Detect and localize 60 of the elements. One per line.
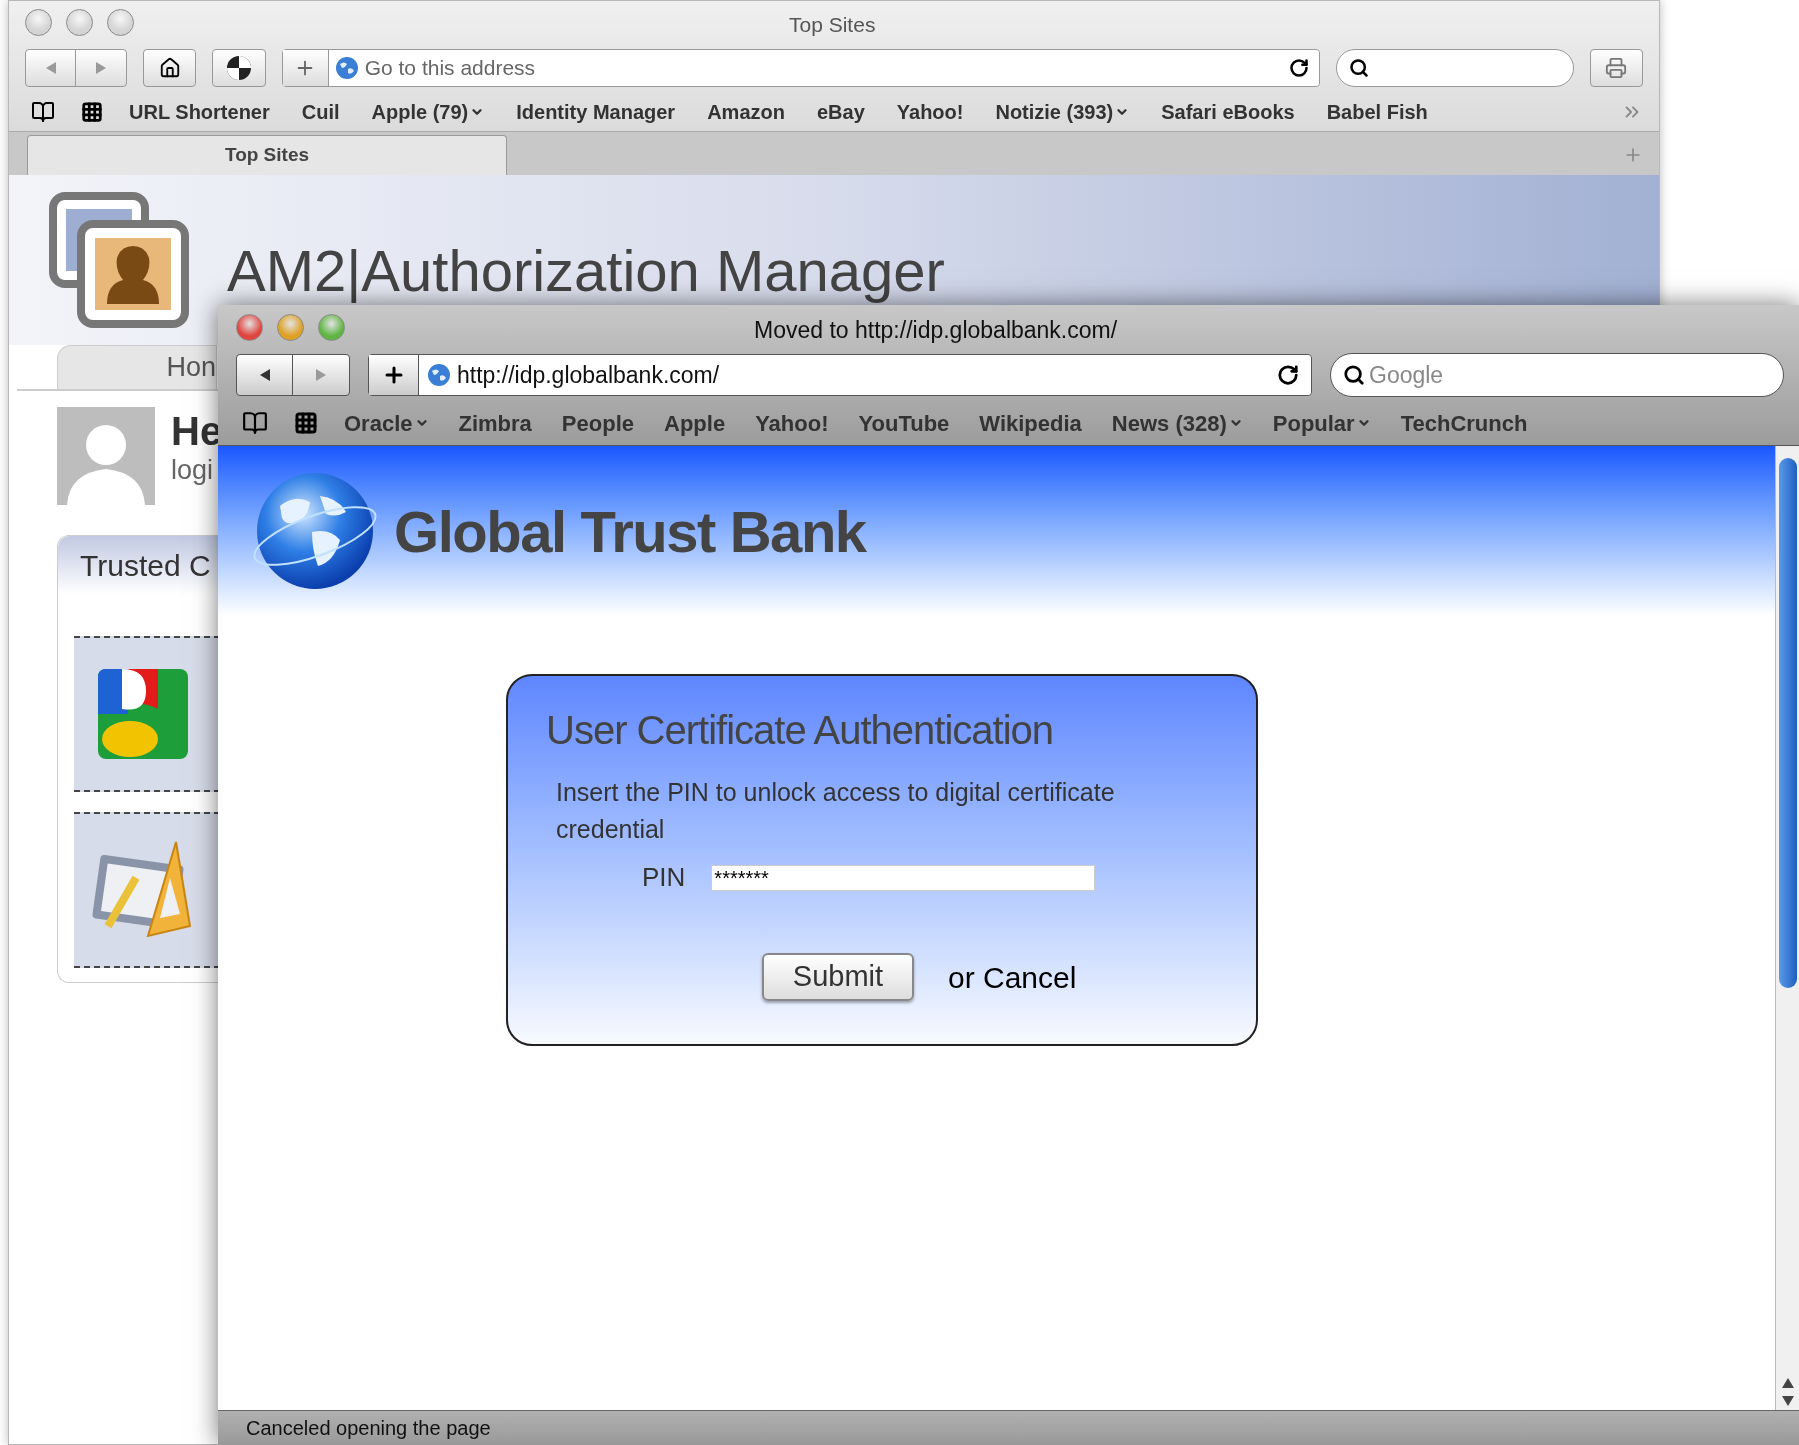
compass-icon: [226, 55, 252, 81]
pin-label: PIN: [642, 861, 686, 894]
grid-icon[interactable]: [294, 411, 318, 435]
scroll-thumb[interactable]: [1778, 458, 1797, 988]
profile-frames-logo-icon: [49, 192, 189, 328]
greeting-heading: He: [171, 408, 223, 455]
app-tile[interactable]: [74, 636, 220, 792]
bookmark-link[interactable]: Safari eBooks: [1161, 97, 1295, 127]
app-tile[interactable]: [74, 812, 220, 968]
scroll-down-arrow-icon[interactable]: [1781, 1396, 1794, 1406]
bookmark-link[interactable]: Apple (79): [371, 97, 485, 127]
submit-button[interactable]: Submit: [762, 953, 914, 1001]
panel-title: Trusted C: [80, 547, 211, 584]
tab[interactable]: Top Sites: [27, 135, 507, 175]
cancel-link[interactable]: or Cancel: [948, 954, 1077, 1000]
bookmark-link[interactable]: eBay: [816, 97, 865, 127]
bookmark-link[interactable]: Amazon: [707, 97, 785, 127]
bookmark-link[interactable]: Wikipedia: [979, 406, 1082, 440]
bookmark-link[interactable]: URL Shortener: [129, 97, 270, 127]
scrollbar[interactable]: [1775, 446, 1799, 1410]
home-button[interactable]: [143, 49, 197, 87]
bookmark-link[interactable]: Oracle: [344, 406, 429, 440]
bookmark-link[interactable]: TechCrunch: [1400, 406, 1528, 440]
home-icon: [158, 57, 181, 79]
bookmarks-book-icon[interactable]: [242, 410, 268, 436]
bookmark-link[interactable]: Zimbra: [458, 406, 532, 440]
print-button[interactable]: [1589, 49, 1643, 87]
bookmarks-book-icon[interactable]: [31, 100, 55, 124]
bookmark-link[interactable]: Babel Fish: [1326, 97, 1428, 127]
dialog-message: Insert the PIN to unlock access to digital certificate credential: [556, 777, 1116, 845]
colorful-tile-icon: [98, 669, 188, 759]
window-title: Top Sites: [789, 12, 876, 38]
search-icon: [1343, 364, 1365, 386]
bookmark-link[interactable]: Apple: [664, 406, 726, 440]
bookmark-link[interactable]: Notizie (393): [995, 97, 1130, 127]
search-field[interactable]: Google: [1330, 353, 1784, 397]
close-button[interactable]: [236, 313, 263, 341]
bookmark-link[interactable]: News (328): [1111, 406, 1243, 440]
app-title: AM2|Authorization Manager: [227, 236, 945, 305]
pin-field[interactable]: *******: [711, 864, 1096, 891]
bookmark-link[interactable]: Identity Manager: [516, 97, 676, 127]
status-text: Canceled opening the page: [246, 1416, 491, 1441]
bookmark-link[interactable]: YouTube: [858, 406, 950, 440]
bookmark-link[interactable]: Popular: [1272, 406, 1371, 440]
bookmark-link[interactable]: Yahoo!: [755, 406, 829, 440]
bank-name: Global Trust Bank: [394, 497, 866, 566]
nav-tab[interactable]: Hon: [57, 345, 217, 389]
bookmark-link[interactable]: Cuil: [301, 97, 340, 127]
login-text: logi: [171, 455, 215, 485]
bookmark-link[interactable]: Yahoo!: [896, 97, 964, 127]
printer-icon: [1605, 57, 1628, 79]
grid-icon[interactable]: [81, 101, 103, 123]
bookmark-link[interactable]: People: [561, 406, 634, 440]
search-field[interactable]: [1336, 49, 1574, 87]
scroll-up-arrow-icon[interactable]: [1781, 1378, 1794, 1388]
compass-button[interactable]: [212, 49, 266, 87]
window-title: Moved to http://idp.globalbank.com/: [754, 316, 1118, 345]
search-icon: [1349, 58, 1370, 78]
avatar-silhouette-icon: [57, 407, 155, 505]
dialog-title: User Certificate Authentication: [546, 707, 1055, 754]
